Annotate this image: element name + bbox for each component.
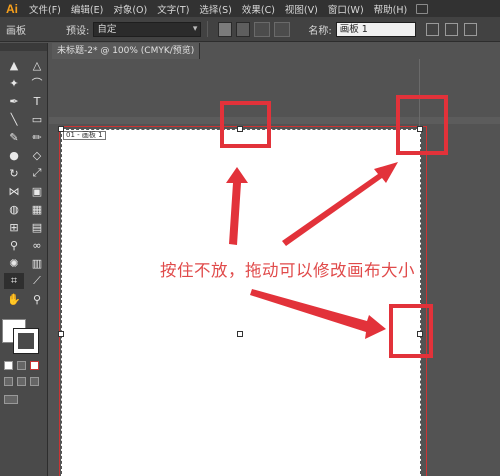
canvas[interactable]: 01 - 画板 1 按住不放，拖动可以修改画布大小 (49, 59, 500, 476)
pencil-tool-icon[interactable]: ✏ (27, 129, 47, 145)
eraser-tool-icon[interactable]: ◇ (27, 147, 47, 163)
gradient-icon[interactable] (17, 361, 26, 370)
workspace-switcher[interactable] (416, 3, 429, 14)
arrow-to-top-right (282, 162, 398, 246)
perspective-grid-tool-icon[interactable]: ▦ (27, 201, 47, 217)
fill-stroke-area (2, 316, 46, 356)
menu-file[interactable]: 文件(F) (24, 2, 66, 16)
blend-tool-icon[interactable]: ∞ (27, 237, 47, 253)
color-mode-row (4, 361, 44, 370)
hand-tool-icon[interactable]: ✋ (4, 291, 24, 307)
shape-builder-tool-icon[interactable]: ◍ (4, 201, 24, 217)
width-tool-icon[interactable]: ⋈ (4, 183, 24, 199)
scale-tool-icon[interactable]: ⤢ (27, 165, 47, 181)
lasso-tool-icon[interactable]: ⌒ (27, 75, 47, 91)
delete-artboard-button[interactable] (274, 21, 291, 37)
artboard-tool-icon[interactable]: ⌗ (4, 273, 24, 289)
type-tool-icon[interactable]: T (27, 93, 47, 109)
draw-inside-icon[interactable] (30, 377, 39, 386)
color-icon[interactable] (4, 361, 13, 370)
line-tool-icon[interactable]: ╲ (4, 111, 24, 127)
paintbrush-tool-icon[interactable]: ✎ (4, 129, 24, 145)
menu-bar: Ai 文件(F) 编辑(E) 对象(O) 文字(T) 选择(S) 效果(C) 视… (0, 0, 500, 17)
artboard-tool-label: 画板 (6, 25, 26, 37)
align-icon[interactable] (463, 22, 477, 36)
menu-window[interactable]: 窗口(W) (323, 2, 369, 16)
draw-normal-icon[interactable] (4, 377, 13, 386)
menu-help[interactable]: 帮助(H) (369, 2, 413, 16)
screen-mode-icon[interactable] (4, 395, 18, 404)
arrow-to-middle-right (250, 289, 386, 339)
preset-label: 预设: (66, 25, 90, 37)
tools-panel-header[interactable] (0, 43, 47, 51)
control-bar: 画板 预设: 自定 名称: 画板 1 (0, 17, 500, 42)
menu-object[interactable]: 对象(O) (108, 2, 152, 16)
magic-wand-tool-icon[interactable]: ✦ (4, 75, 24, 91)
menu-edit[interactable]: 编辑(E) (66, 2, 108, 16)
new-artboard-button[interactable] (254, 21, 271, 37)
stroke-swatch[interactable] (13, 328, 39, 354)
annotation-text: 按住不放，拖动可以修改画布大小 (160, 261, 415, 280)
screen-mode-row (4, 395, 44, 404)
column-graph-tool-icon[interactable]: ▥ (27, 255, 47, 271)
menu-effect[interactable]: 效果(C) (237, 2, 280, 16)
artboard-options-icon[interactable] (444, 22, 458, 36)
artboard-name-input[interactable]: 画板 1 (335, 21, 416, 37)
divider (207, 21, 209, 37)
rotate-tool-icon[interactable]: ↻ (4, 165, 24, 181)
tools-panel: ▲ △ ✦ ⌒ ✒ T ╲ ▭ ✎ ✏ ● ◇ ↻ ⤢ ⋈ ▣ ◍ ▦ ⊞ ▤ ⚲ ∞ ✺ ▥ ⌗ ⟋ ✋ ⚲ (0, 43, 48, 476)
zoom-tool-icon[interactable]: ⚲ (27, 291, 47, 307)
preset-select[interactable]: 自定 (93, 21, 202, 37)
menu-view[interactable]: 视图(V) (280, 2, 323, 16)
blob-brush-tool-icon[interactable]: ● (4, 147, 24, 163)
pen-tool-icon[interactable]: ✒ (4, 93, 24, 109)
menu-select[interactable]: 选择(S) (194, 2, 236, 16)
mesh-tool-icon[interactable]: ⊞ (4, 219, 24, 235)
slice-tool-icon[interactable]: ⟋ (27, 273, 47, 289)
portrait-orientation-button[interactable] (218, 21, 233, 37)
rectangle-tool-icon[interactable]: ▭ (27, 111, 47, 127)
arrow-to-top-center (226, 167, 248, 245)
move-with-artboard-icon[interactable] (425, 22, 439, 36)
draw-mode-row (4, 377, 44, 386)
artboard-options (425, 22, 477, 36)
arrange-documents-icon[interactable] (416, 3, 429, 14)
selection-tool-icon[interactable]: ▲ (4, 57, 24, 73)
menu-type[interactable]: 文字(T) (152, 2, 194, 16)
eyedropper-tool-icon[interactable]: ⚲ (4, 237, 24, 253)
app-logo: Ai (6, 1, 18, 16)
none-icon[interactable] (30, 361, 39, 370)
artboard-name-label: 名称: (308, 25, 332, 37)
landscape-orientation-button[interactable] (236, 21, 251, 37)
symbol-sprayer-tool-icon[interactable]: ✺ (4, 255, 24, 271)
free-transform-tool-icon[interactable]: ▣ (27, 183, 47, 199)
tool-grid: ▲ △ ✦ ⌒ ✒ T ╲ ▭ ✎ ✏ ● ◇ ↻ ⤢ ⋈ ▣ ◍ ▦ ⊞ ▤ ⚲ ∞ ✺ ▥ ⌗ ⟋ ✋ ⚲ (0, 51, 47, 307)
draw-behind-icon[interactable] (17, 377, 26, 386)
document-tab[interactable]: 未标题-2* @ 100% (CMYK/预览) (52, 43, 200, 59)
direct-selection-tool-icon[interactable]: △ (27, 57, 47, 73)
gradient-tool-icon[interactable]: ▤ (27, 219, 47, 235)
